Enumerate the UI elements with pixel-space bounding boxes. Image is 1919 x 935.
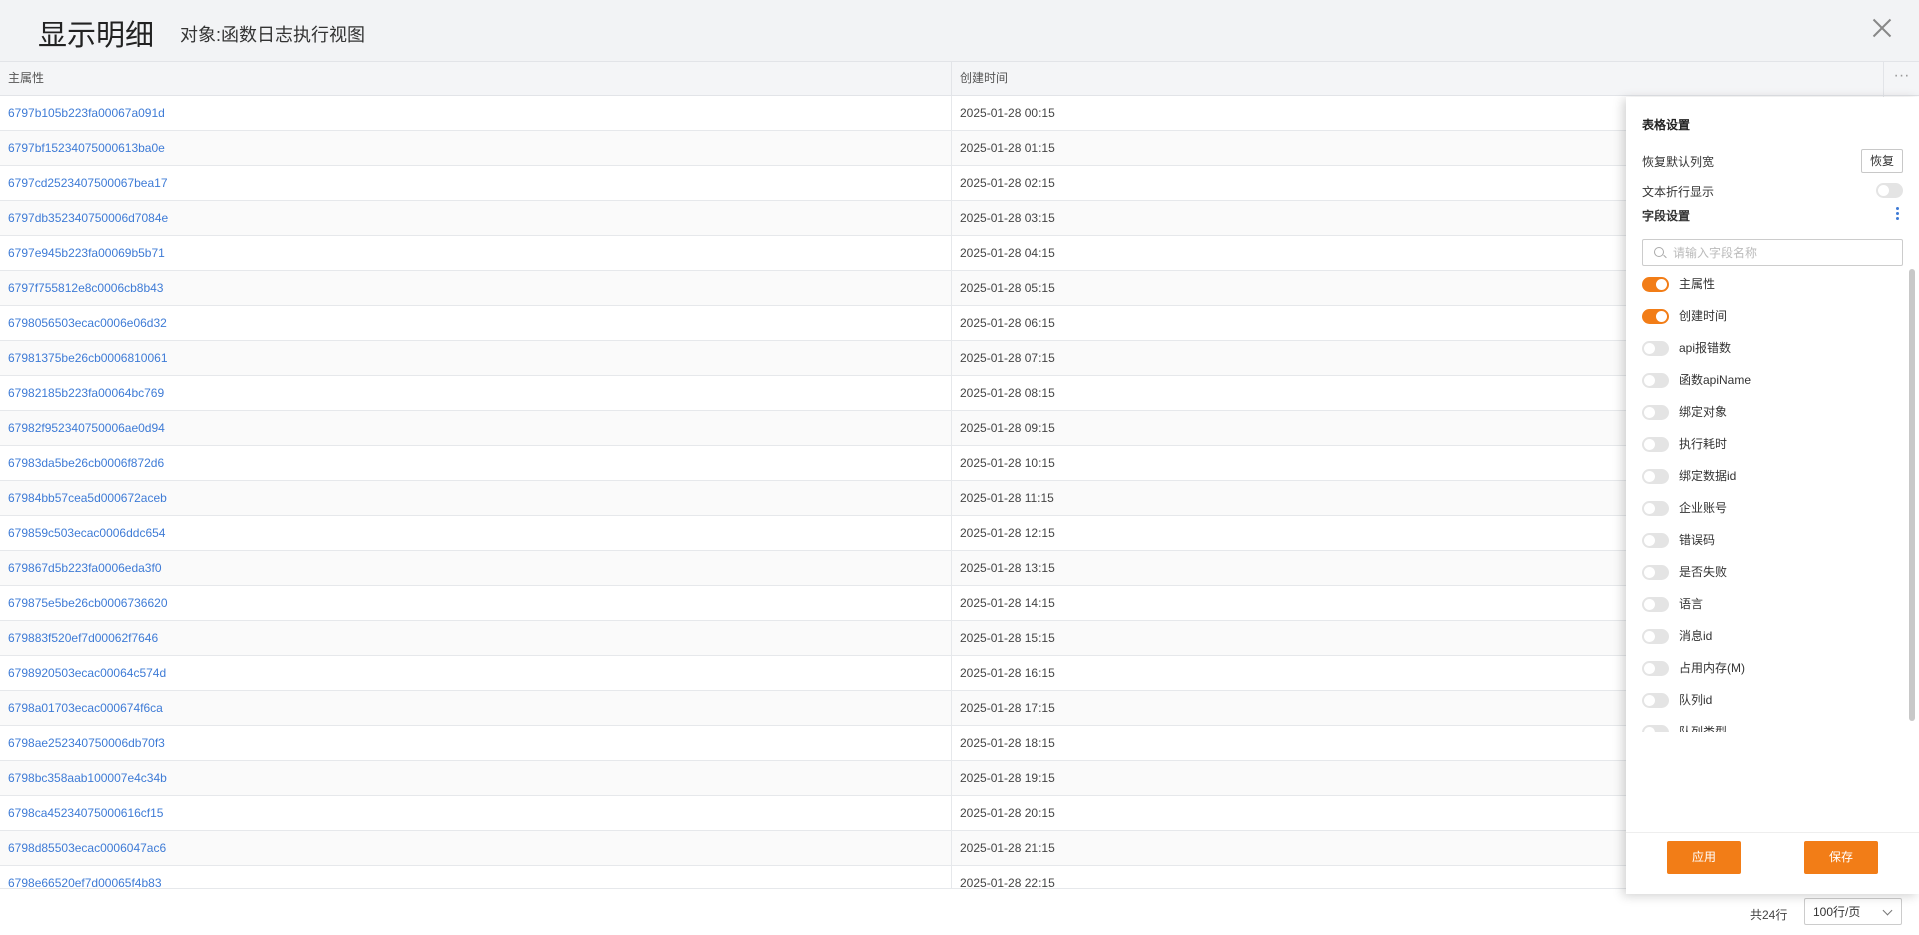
total-count: 共24行: [1750, 908, 1788, 922]
field-toggle[interactable]: [1642, 565, 1669, 580]
dialog-header: 显示明细 对象:函数日志执行视图: [0, 0, 1919, 62]
table-header: 主属性 创建时间 ···: [0, 62, 1919, 96]
restore-width-label: 恢复默认列宽: [1642, 155, 1715, 169]
page-size-value: 100行/页: [1813, 905, 1861, 919]
field-toggle[interactable]: [1642, 501, 1669, 516]
field-list: 主属性创建时间 api报错数函数apiName 绑定对象执行耗时绑定数据id 企业账号…: [1626, 267, 1911, 732]
field-settings-title: 字段设置: [1642, 209, 1691, 223]
main-attribute-link[interactable]: 6798d85503ecac0006047ac6: [0, 831, 952, 865]
field-label: 队列类型: [1679, 725, 1728, 732]
table-footer: 共24行 100行/页: [0, 888, 1919, 935]
table-settings-panel: 表格设置 恢复默认列宽 恢复 文本折行显示 字段设置 主属性创建时间 api报错数…: [1626, 97, 1919, 894]
field-item: 主属性: [1642, 267, 1892, 299]
column-header-main[interactable]: 主属性: [0, 62, 952, 95]
field-toggle[interactable]: [1642, 309, 1669, 324]
field-item: 占用内存(M): [1642, 651, 1892, 683]
field-item: 是否失败: [1642, 555, 1892, 587]
main-attribute-link[interactable]: 679875e5be26cb0006736620: [0, 586, 952, 620]
main-attribute-link[interactable]: 67983da5be26cb0006f872d6: [0, 446, 952, 480]
field-item: 错误码: [1642, 523, 1892, 555]
main-attribute-link[interactable]: 6798a01703ecac000674f6ca: [0, 691, 952, 725]
wrap-text-toggle[interactable]: [1876, 183, 1903, 198]
apply-button[interactable]: 应用: [1667, 841, 1741, 874]
main-attribute-link[interactable]: 6798ca45234075000616cf15: [0, 796, 952, 830]
field-toggle[interactable]: [1642, 341, 1669, 356]
column-header-created-time[interactable]: 创建时间: [952, 62, 1884, 95]
main-attribute-link[interactable]: 6797db352340750006d7084e: [0, 201, 952, 235]
field-label: 消息id: [1679, 629, 1713, 643]
field-label: 是否失败: [1679, 565, 1728, 579]
main-attribute-link[interactable]: 6798e66520ef7d00065f4b83: [0, 866, 952, 888]
field-item: 消息id: [1642, 619, 1892, 651]
more-icon[interactable]: ···: [1884, 62, 1919, 95]
field-search: [1642, 239, 1903, 266]
field-item: 企业账号: [1642, 491, 1892, 523]
field-label: 函数apiName: [1679, 373, 1752, 387]
field-item: 队列id: [1642, 683, 1892, 715]
main-attribute-link[interactable]: 6798056503ecac0006e06d32: [0, 306, 952, 340]
field-item: 执行耗时: [1642, 427, 1892, 459]
field-label: 语言: [1679, 597, 1704, 611]
main-attribute-link[interactable]: 6797f755812e8c0006cb8b43: [0, 271, 952, 305]
field-toggle[interactable]: [1642, 661, 1669, 676]
chevron-down-icon: [1882, 905, 1893, 916]
main-attribute-link[interactable]: 6798bc358aab100007e4c34b: [0, 761, 952, 795]
field-item: 队列类型: [1642, 715, 1892, 732]
field-toggle[interactable]: [1642, 277, 1669, 292]
field-item: 创建时间: [1642, 299, 1892, 331]
main-attribute-link[interactable]: 679883f520ef7d00062f7646: [0, 621, 952, 655]
main-attribute-link[interactable]: 67982f952340750006ae0d94: [0, 411, 952, 445]
main-attribute-link[interactable]: 6797e945b223fa00069b5b71: [0, 236, 952, 270]
main-attribute-link[interactable]: 6798ae252340750006db70f3: [0, 726, 952, 760]
page-size-select[interactable]: 100行/页: [1804, 898, 1902, 925]
field-toggle[interactable]: [1642, 405, 1669, 420]
field-toggle[interactable]: [1642, 469, 1669, 484]
field-options-icon[interactable]: [1894, 207, 1900, 221]
field-label: 绑定对象: [1679, 405, 1728, 419]
page-title: 显示明细: [38, 20, 155, 52]
settings-title: 表格设置: [1642, 118, 1691, 132]
main-attribute-link[interactable]: 679867d5b223fa0006eda3f0: [0, 551, 952, 585]
main-attribute-link[interactable]: 6797cd2523407500067bea17: [0, 166, 952, 200]
field-toggle[interactable]: [1642, 693, 1669, 708]
field-toggle[interactable]: [1642, 373, 1669, 388]
field-list-scrollbar[interactable]: [1909, 269, 1915, 721]
field-item: 函数apiName: [1642, 363, 1892, 395]
close-icon[interactable]: [1870, 16, 1894, 40]
field-label: 占用内存(M): [1679, 661, 1745, 675]
field-item: 语言: [1642, 587, 1892, 619]
field-label: 绑定数据id: [1679, 469, 1737, 483]
field-toggle[interactable]: [1642, 437, 1669, 452]
field-toggle[interactable]: [1642, 629, 1669, 644]
wrap-text-label: 文本折行显示: [1642, 185, 1715, 199]
main-attribute-link[interactable]: 6797b105b223fa00067a091d: [0, 96, 952, 130]
save-button[interactable]: 保存: [1804, 841, 1878, 874]
field-item: api报错数: [1642, 331, 1892, 363]
field-label: 执行耗时: [1679, 437, 1728, 451]
field-toggle[interactable]: [1642, 533, 1669, 548]
field-label: 创建时间: [1679, 309, 1728, 323]
field-search-input[interactable]: [1673, 240, 1898, 265]
main-attribute-link[interactable]: 67982185b223fa00064bc769: [0, 376, 952, 410]
field-label: 主属性: [1679, 277, 1716, 291]
field-label: 错误码: [1679, 533, 1716, 547]
field-label: api报错数: [1679, 341, 1732, 355]
field-label: 队列id: [1679, 693, 1713, 707]
main-attribute-link[interactable]: 6797bf15234075000613ba0e: [0, 131, 952, 165]
field-item: 绑定数据id: [1642, 459, 1892, 491]
object-subtitle: 对象:函数日志执行视图: [180, 25, 365, 45]
restore-button[interactable]: 恢复: [1861, 149, 1903, 173]
search-icon: [1654, 247, 1664, 257]
main-attribute-link[interactable]: 67981375be26cb0006810061: [0, 341, 952, 375]
main-attribute-link[interactable]: 679859c503ecac0006ddc654: [0, 516, 952, 550]
main-attribute-link[interactable]: 6798920503ecac00064c574d: [0, 656, 952, 690]
field-toggle[interactable]: [1642, 725, 1669, 732]
main-attribute-link[interactable]: 67984bb57cea5d000672aceb: [0, 481, 952, 515]
settings-footer: 应用 保存: [1626, 832, 1919, 895]
field-label: 企业账号: [1679, 501, 1728, 515]
field-item: 绑定对象: [1642, 395, 1892, 427]
field-toggle[interactable]: [1642, 597, 1669, 612]
